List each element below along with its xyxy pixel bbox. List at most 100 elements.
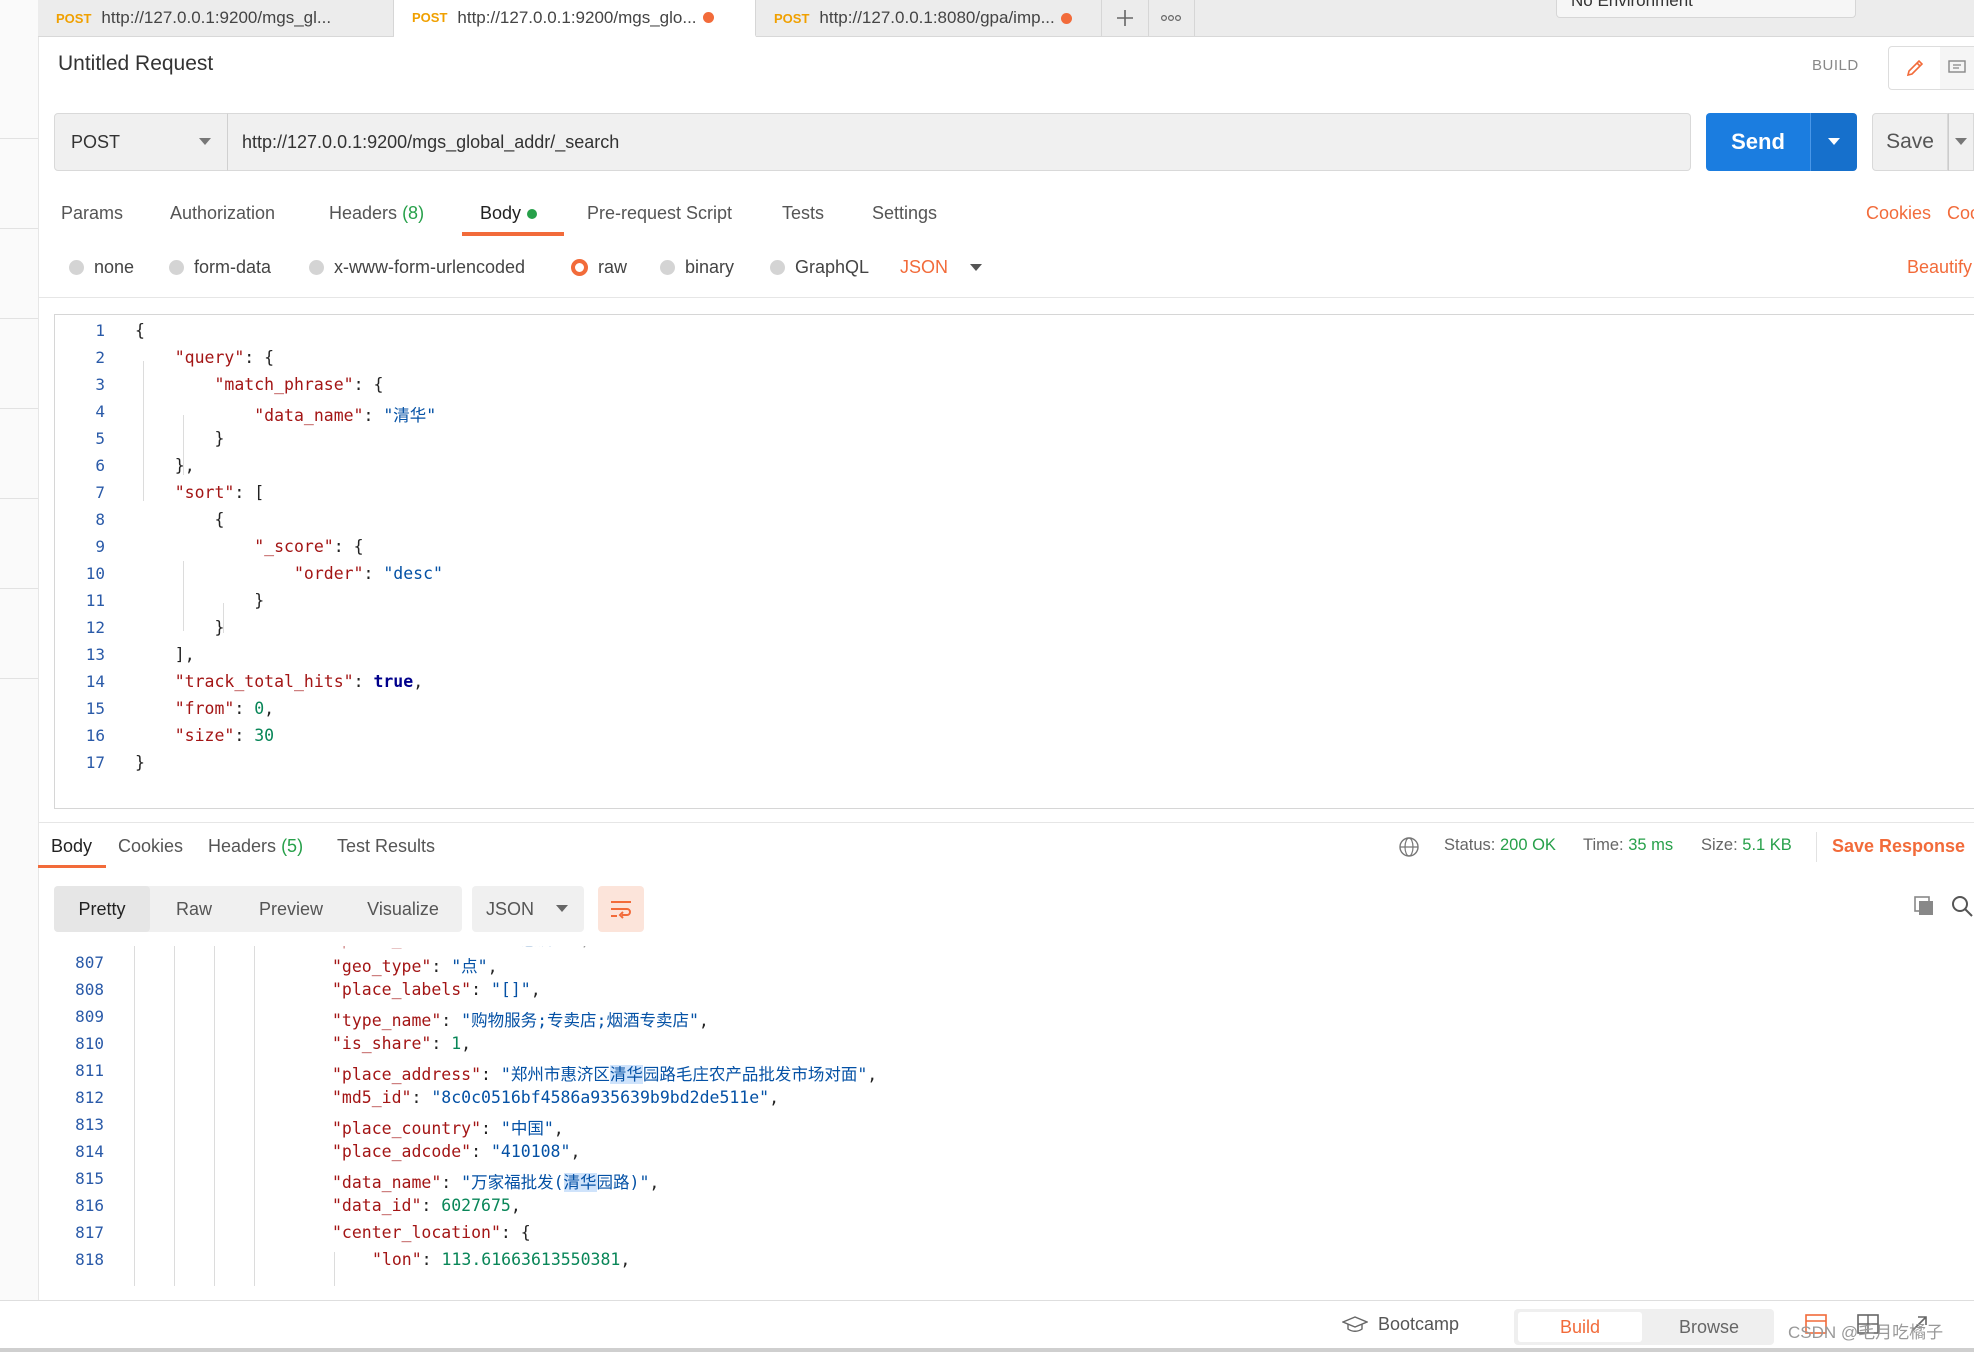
beautify-link[interactable]: Beautify xyxy=(1907,257,1972,278)
sidebar-divider xyxy=(0,228,38,229)
response-line: "place_country": "中国", xyxy=(332,1119,564,1138)
code-link[interactable]: Coc xyxy=(1947,203,1974,224)
radio-graphql[interactable]: GraphQL xyxy=(770,257,869,278)
request-tab[interactable]: POST http://127.0.0.1:9200/mgs_gl... xyxy=(38,0,394,36)
chevron-down-icon xyxy=(970,263,983,271)
save-response-button[interactable]: Save Response xyxy=(1832,836,1965,857)
radio-urlencoded[interactable]: x-www-form-urlencoded xyxy=(309,257,525,278)
graduation-cap-icon xyxy=(1342,1315,1368,1332)
response-tab-cookies[interactable]: Cookies xyxy=(118,836,183,857)
response-line: "md5_id": "8c0c0516bf4586a935639b9bd2de5… xyxy=(332,1088,780,1107)
method-badge: POST xyxy=(412,10,448,25)
copy-icon[interactable] xyxy=(1912,894,1936,923)
divider xyxy=(1816,832,1817,862)
view-raw-button[interactable]: Raw xyxy=(150,886,238,932)
request-body-editor[interactable]: 1 {2 "query": {3 "match_phrase": {4 "data… xyxy=(54,314,1974,809)
radio-binary[interactable]: binary xyxy=(660,257,734,278)
code-line: "from": 0, xyxy=(174,699,275,718)
response-tab-test-results[interactable]: Test Results xyxy=(337,836,435,857)
line-number: 13 xyxy=(85,645,105,664)
tab-body[interactable]: Body xyxy=(480,203,538,224)
response-line: "center_location": { xyxy=(332,1223,531,1242)
tab-settings[interactable]: Settings xyxy=(872,203,937,224)
view-pretty-button[interactable]: Pretty xyxy=(54,886,150,932)
radio-circle-icon xyxy=(69,260,84,275)
indent-guide xyxy=(174,946,175,1286)
radio-label: binary xyxy=(685,257,735,277)
build-browse-toggle: Build Browse xyxy=(1514,1309,1774,1345)
url-input[interactable]: http://127.0.0.1:9200/mgs_global_addr/_s… xyxy=(227,113,1691,171)
code-line: "track_total_hits": true, xyxy=(174,672,424,691)
radio-form-data[interactable]: form-data xyxy=(169,257,271,278)
code-line: "size": 30 xyxy=(174,726,275,745)
tab-headers-label: Headers xyxy=(329,203,398,223)
cookies-link[interactable]: Cookies xyxy=(1866,203,1931,224)
save-button[interactable]: Save xyxy=(1872,113,1948,171)
method-select[interactable]: POST xyxy=(54,113,228,171)
response-line: "lon": 113.61663613550381, xyxy=(372,1250,631,1269)
chevron-down-icon xyxy=(1828,138,1840,145)
wrap-lines-icon[interactable] xyxy=(598,886,644,932)
indent-guide xyxy=(254,946,255,1286)
response-size: Size: 5.1 KB xyxy=(1701,836,1792,855)
response-body-viewer[interactable]: 806"place_district": "惠济区",807"geo_type"… xyxy=(54,946,1974,1286)
view-visualize-button[interactable]: Visualize xyxy=(344,886,462,932)
request-tab-active[interactable]: POST http://127.0.0.1:9200/mgs_glo... xyxy=(394,0,756,37)
body-format-select[interactable]: JSON xyxy=(900,257,983,278)
line-number: 5 xyxy=(95,429,105,448)
edit-pencil-icon[interactable] xyxy=(1888,46,1942,90)
divider xyxy=(38,822,1974,823)
environment-select[interactable]: No Environment xyxy=(1556,0,1856,18)
response-format-select[interactable]: JSON xyxy=(472,886,584,932)
radio-label: GraphQL xyxy=(795,257,870,277)
response-line: "type_name": "购物服务;专卖店;烟酒专卖店", xyxy=(332,1011,709,1030)
new-tab-plus-icon[interactable] xyxy=(1102,0,1149,36)
radio-raw[interactable]: raw xyxy=(571,257,627,278)
indent-guide xyxy=(223,603,224,633)
response-line: "place_address": "郑州市惠济区清华园路毛庄农产品批发市场对面"… xyxy=(332,1065,878,1084)
code-line: { xyxy=(214,510,225,529)
line-number: 1 xyxy=(95,321,105,340)
search-icon[interactable] xyxy=(1950,894,1974,923)
response-tab-headers[interactable]: Headers (5) xyxy=(208,836,303,857)
tab-authorization[interactable]: Authorization xyxy=(170,203,275,224)
unsaved-dot-icon xyxy=(702,12,714,23)
line-number: 810 xyxy=(75,1034,104,1053)
response-line: "geo_type": "点", xyxy=(332,957,498,976)
tab-tests[interactable]: Tests xyxy=(782,203,824,224)
indent-guide xyxy=(143,361,144,501)
response-tab-body[interactable]: Body xyxy=(51,836,92,857)
radio-circle-icon xyxy=(169,260,184,275)
send-button[interactable]: Send xyxy=(1706,113,1810,171)
line-number: 814 xyxy=(75,1142,104,1161)
request-tab-title: http://127.0.0.1:8080/gpa/imp... xyxy=(819,8,1055,27)
tab-headers[interactable]: Headers (8) xyxy=(329,203,424,224)
save-options-dropdown[interactable] xyxy=(1948,113,1974,171)
response-line: "place_adcode": "410108", xyxy=(332,1142,581,1161)
more-tabs-icon[interactable] xyxy=(1148,0,1195,36)
radio-none[interactable]: none xyxy=(69,257,134,278)
line-number: 815 xyxy=(75,1169,104,1188)
line-number: 16 xyxy=(85,726,105,745)
line-number: 807 xyxy=(75,953,104,972)
response-line: "place_labels": "[]", xyxy=(332,980,541,999)
line-number: 817 xyxy=(75,1223,104,1242)
request-title[interactable]: Untitled Request xyxy=(58,52,213,76)
send-options-dropdown[interactable] xyxy=(1810,113,1857,171)
radio-selected-icon xyxy=(571,259,588,276)
build-tab[interactable]: Build xyxy=(1518,1312,1642,1342)
line-number: 2 xyxy=(95,348,105,367)
request-tab[interactable]: POST http://127.0.0.1:8080/gpa/imp... xyxy=(756,0,1102,36)
comment-icon[interactable] xyxy=(1940,46,1974,90)
radio-circle-icon xyxy=(660,260,675,275)
tab-prerequest-script[interactable]: Pre-request Script xyxy=(587,203,732,224)
globe-icon[interactable] xyxy=(1398,836,1420,863)
code-line: "match_phrase": { xyxy=(214,375,384,394)
browse-tab[interactable]: Browse xyxy=(1648,1312,1770,1342)
response-status: Status: 200 OK xyxy=(1444,836,1556,855)
code-line: "_score": { xyxy=(254,537,364,556)
tab-params[interactable]: Params xyxy=(61,203,123,224)
bootcamp-button[interactable]: Bootcamp xyxy=(1342,1314,1459,1335)
view-preview-button[interactable]: Preview xyxy=(238,886,344,932)
response-line: "is_share": 1, xyxy=(332,1034,472,1053)
